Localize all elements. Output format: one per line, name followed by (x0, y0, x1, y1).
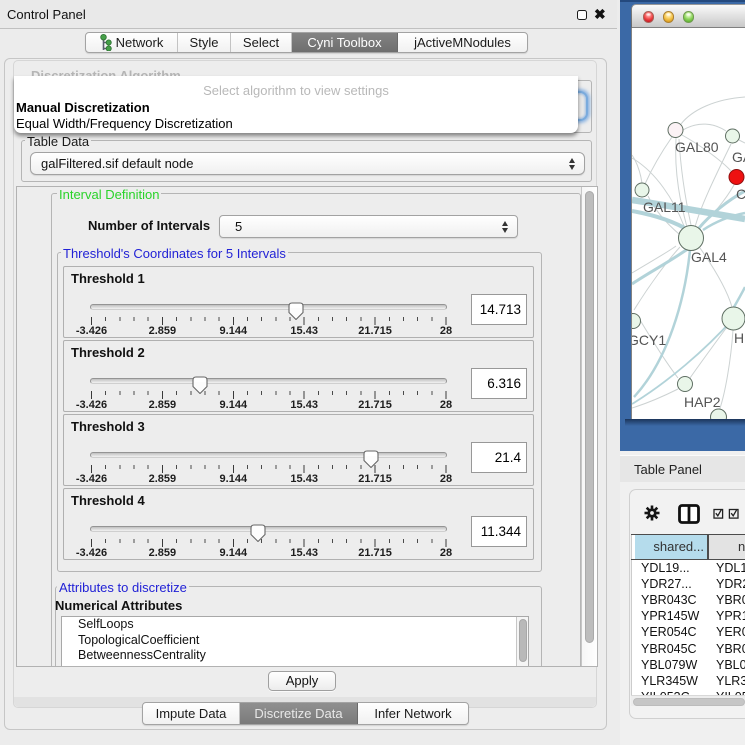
svg-text:GAL80: GAL80 (675, 139, 719, 155)
svg-text:GAL4: GAL4 (691, 249, 727, 265)
svg-text:GCY1: GCY1 (632, 332, 666, 348)
svg-text:HAP2: HAP2 (684, 394, 721, 410)
svg-text:C: C (736, 186, 745, 202)
svg-text:GAL11: GAL11 (643, 199, 686, 215)
svg-text:GAL: GAL (732, 149, 745, 165)
svg-text:H: H (734, 330, 744, 346)
